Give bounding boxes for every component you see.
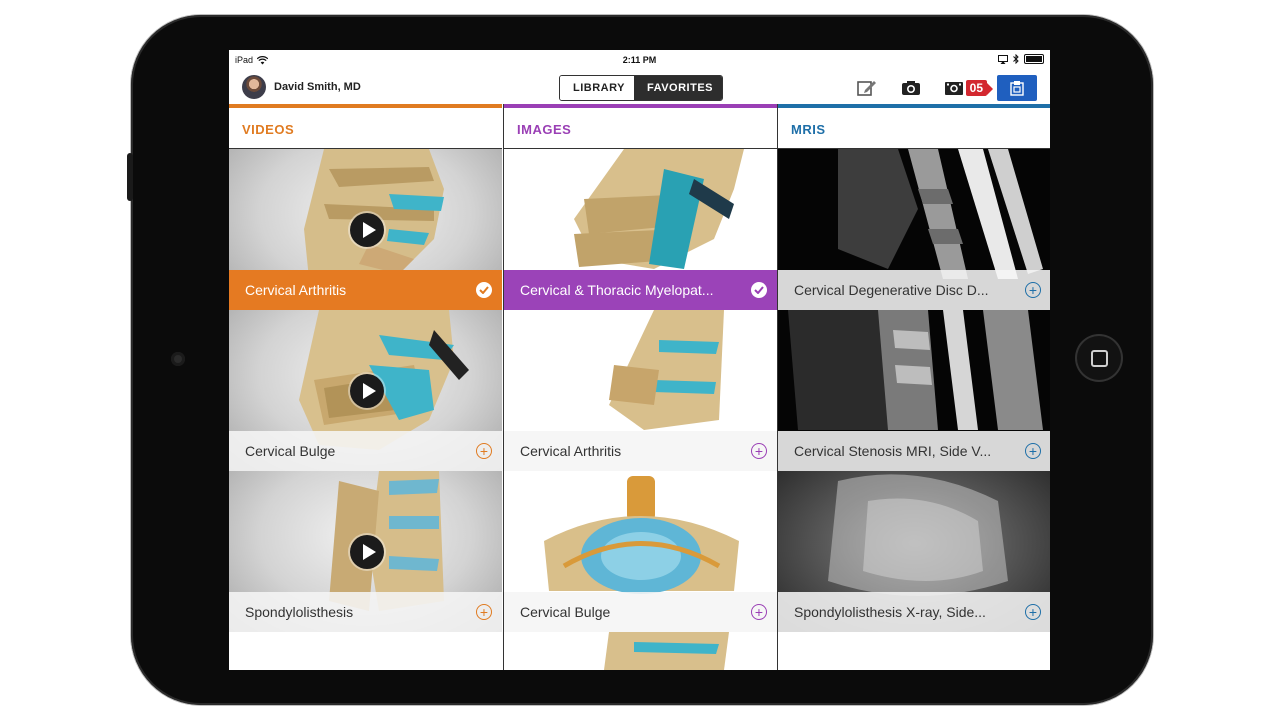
images-column: IMAGES Cervical & Thoracic Myelopat... C… <box>503 104 777 670</box>
check-icon[interactable] <box>476 282 492 298</box>
avatar[interactable] <box>242 75 266 99</box>
list-item-label: Cervical Bulge + <box>229 431 502 471</box>
status-time: 2:11 PM <box>622 55 657 65</box>
user-name[interactable]: David Smith, MD <box>274 81 361 93</box>
camera-button[interactable] <box>900 77 922 99</box>
images-header: IMAGES <box>504 104 777 149</box>
edit-button[interactable] <box>856 77 878 99</box>
top-nav-bar: David Smith, MD LIBRARY FAVORITES 05 <box>229 70 1050 104</box>
spine-thumbnail-partial <box>604 632 729 670</box>
image-tile[interactable]: Cervical & Thoracic Myelopat... <box>504 149 777 310</box>
status-bar: iPad 2:11 PM <box>229 50 1050 70</box>
plus-icon[interactable]: + <box>1025 443 1041 459</box>
home-square-icon <box>1091 350 1108 367</box>
plus-icon[interactable]: + <box>1025 604 1041 620</box>
image-tile[interactable]: Cervical Bulge + <box>504 471 777 632</box>
play-icon[interactable] <box>350 374 384 408</box>
mri-tile[interactable]: Cervical Degenerative Disc D... + <box>778 149 1050 310</box>
video-tile[interactable]: Cervical Bulge + <box>229 310 502 471</box>
airplay-icon <box>998 54 1008 64</box>
mri-tile[interactable]: Cervical Stenosis MRI, Side V... + <box>778 310 1050 471</box>
tab-favorites[interactable]: FAVORITES <box>633 76 723 100</box>
list-item-label: Cervical Arthritis + <box>504 431 777 471</box>
share-icon <box>1010 81 1024 96</box>
volume-button <box>127 153 133 201</box>
library-favorites-switch: LIBRARY FAVORITES <box>559 75 724 101</box>
list-item-label: Cervical Stenosis MRI, Side V... + <box>778 431 1050 471</box>
plus-icon[interactable]: + <box>476 443 492 459</box>
play-icon[interactable] <box>350 213 384 247</box>
list-item-label: Cervical Degenerative Disc D... + <box>778 270 1050 310</box>
mris-column: MRIS Cervical Degenerative Disc D... + C… <box>777 104 1050 670</box>
front-camera <box>171 352 185 366</box>
list-item-label: Spondylolisthesis + <box>229 592 502 632</box>
video-capture-button[interactable]: 05 <box>944 77 994 99</box>
mris-header: MRIS <box>778 104 1050 149</box>
edit-icon <box>856 81 876 96</box>
app-screen: iPad 2:11 PM David Smith, MD LIBRARY FAV… <box>229 50 1050 670</box>
video-tile[interactable]: Cervical Arthritis <box>229 149 502 310</box>
list-item-label: Cervical & Thoracic Myelopat... <box>504 270 777 310</box>
plus-icon[interactable]: + <box>751 443 767 459</box>
battery-icon <box>1024 54 1044 64</box>
tab-library[interactable]: LIBRARY <box>560 76 634 100</box>
home-button[interactable] <box>1075 334 1123 382</box>
videos-column: VIDEOS Cervical Arthritis Cervical Bulge… <box>229 104 502 670</box>
share-button[interactable] <box>997 75 1037 101</box>
image-tile[interactable]: Cervical Arthritis + <box>504 310 777 471</box>
list-item-label: Spondylolisthesis X-ray, Side... + <box>778 592 1050 632</box>
videos-header: VIDEOS <box>229 104 502 149</box>
video-count-badge: 05 <box>965 80 994 96</box>
list-item-label: Cervical Bulge + <box>504 592 777 632</box>
toolbar: 05 <box>834 75 1037 101</box>
bluetooth-icon <box>1013 54 1019 64</box>
xray-tile[interactable]: Spondylolisthesis X-ray, Side... + <box>778 471 1050 632</box>
camera-icon <box>901 81 920 95</box>
plus-icon[interactable]: + <box>751 604 767 620</box>
plus-icon[interactable]: + <box>476 604 492 620</box>
plus-icon[interactable]: + <box>1025 282 1041 298</box>
video-tile[interactable]: Spondylolisthesis + <box>229 471 502 632</box>
list-item-label: Cervical Arthritis <box>229 270 502 310</box>
play-icon[interactable] <box>350 535 384 569</box>
video-camera-icon <box>944 82 963 95</box>
check-icon[interactable] <box>751 282 767 298</box>
